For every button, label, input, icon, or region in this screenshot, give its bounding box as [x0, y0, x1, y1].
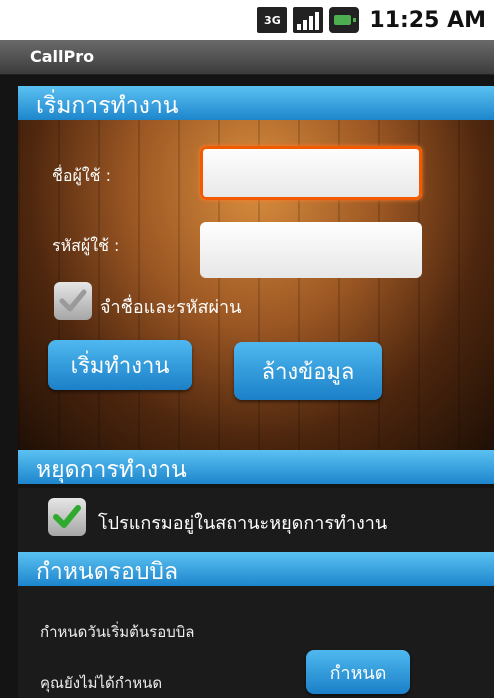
start-button[interactable]: เริ่มทำงาน: [48, 340, 192, 390]
start-button-label: เริ่มทำงาน: [70, 353, 170, 379]
billing-start-day-label: กำหนดวันเริ่มต้นรอบบิล: [40, 623, 195, 641]
checkmark-icon: [53, 505, 81, 528]
status-bar: 3G 11:25 AM: [0, 0, 494, 40]
start-section-header: เริ่มการทำงาน: [18, 86, 494, 120]
remember-checkbox[interactable]: [54, 282, 92, 320]
password-input[interactable]: [200, 222, 422, 278]
status-icons: 3G 11:25 AM: [257, 6, 486, 34]
clock: 11:25 AM: [369, 7, 486, 33]
billing-section-header: กำหนดรอบบิล: [18, 552, 494, 586]
remember-label: จำชื่อและรหัสผ่าน: [100, 297, 242, 318]
clear-button-label: ล้างข้อมูล: [261, 359, 355, 385]
billing-section-title: กำหนดรอบบิล: [36, 559, 179, 585]
stop-section-header: หยุดการทำงาน: [18, 450, 494, 484]
app-title: CallPro: [30, 47, 95, 66]
stopped-checkbox[interactable]: [48, 498, 86, 536]
login-panel: ชื่อผู้ใช้ : รหัสผู้ใช้ : จำชื่อและรหัสผ…: [18, 120, 494, 450]
clear-button[interactable]: ล้างข้อมูล: [234, 342, 382, 400]
signal-strength-icon: [293, 7, 324, 33]
lower-panel: โปรแกรมอยู่ในสถานะหยุดการทำงาน: [18, 488, 494, 698]
stopped-status-label: โปรแกรมอยู่ในสถานะหยุดการทำงาน: [98, 513, 388, 534]
password-label: รหัสผู้ใช้ :: [52, 236, 120, 255]
network-3g-icon: 3G: [257, 7, 288, 33]
battery-icon: [329, 7, 360, 33]
billing-status-text: คุณยังไม่ได้กำหนด: [40, 674, 163, 692]
checkmark-icon: [59, 289, 87, 312]
set-billing-button[interactable]: กำหนด: [306, 650, 410, 694]
start-section-title: เริ่มการทำงาน: [36, 93, 179, 119]
set-billing-button-label: กำหนด: [329, 662, 387, 684]
username-input[interactable]: [200, 146, 422, 200]
app-title-bar: CallPro: [0, 40, 494, 75]
stop-section-title: หยุดการทำงาน: [36, 457, 187, 483]
username-label: ชื่อผู้ใช้ :: [52, 166, 111, 185]
